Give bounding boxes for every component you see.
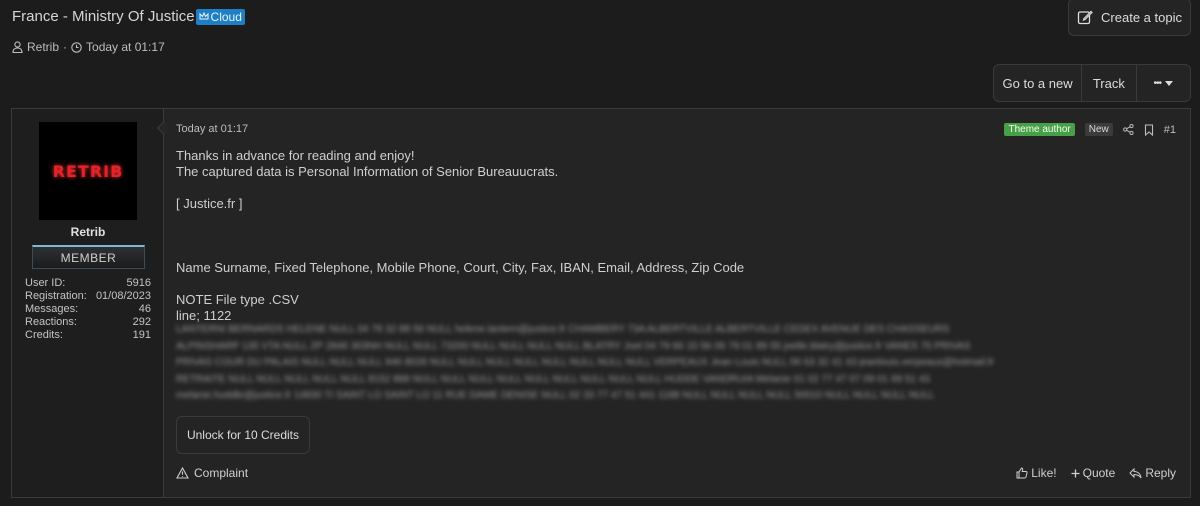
post-message: RETRIB Retrib MEMBER User ID: 5916 Regis…: [11, 108, 1191, 498]
stat-value: 46: [138, 303, 151, 315]
create-topic-label: Create a topic: [1101, 9, 1182, 25]
crown-icon: [199, 12, 209, 21]
reply-button[interactable]: Reply: [1129, 466, 1176, 480]
stat-row: Registration: 01/08/2023: [25, 290, 151, 303]
unlock-label: Unlock for 10 Credits: [186, 428, 300, 442]
thread-author[interactable]: Retrib: [27, 40, 59, 54]
track-button[interactable]: Track: [1082, 65, 1137, 101]
thumbs-up-icon: [1016, 467, 1028, 479]
edit-icon: [1077, 9, 1093, 25]
stat-label: Reactions:: [25, 316, 77, 328]
post-number[interactable]: #1: [1164, 124, 1176, 136]
post-actions: Like! Quote Reply: [1016, 466, 1176, 480]
prefix-label: Cloud: [210, 9, 242, 24]
blurred-line: LANTERNI BERNARDS HELENE NULL 04 79 32 8…: [176, 324, 950, 335]
post-line: [176, 180, 1166, 196]
meta-separator: ·: [63, 40, 68, 54]
reply-icon: [1129, 467, 1142, 479]
go-to-new-label: Go to a new: [1002, 75, 1073, 91]
post-line: Thanks in advance for reading and enjoy!: [176, 148, 415, 163]
stat-row: User ID: 5916: [25, 277, 151, 290]
thread-title: France - Ministry Of Justice: [12, 8, 195, 25]
blurred-line: PRIVAS COUR DU PALAIS NULL NULL NULL 946…: [176, 357, 994, 368]
blurred-hidden-content: LANTERNI BERNARDS HELENE NULL 04 79 32 8…: [176, 322, 1136, 405]
thread-date[interactable]: Today at 01:17: [86, 40, 165, 54]
stat-value: 292: [132, 316, 151, 328]
post-content: Thanks in advance for reading and enjoy!…: [176, 148, 1166, 324]
post-line: [176, 276, 1166, 292]
post-line: NOTE File type .CSV: [176, 292, 299, 307]
avatar-logo-text: RETRIB: [52, 161, 124, 181]
plus-icon: [1071, 469, 1080, 478]
stat-label: User ID:: [25, 277, 66, 289]
go-to-new-button[interactable]: Go to a new: [994, 65, 1083, 101]
username[interactable]: Retrib: [12, 225, 164, 239]
post-line: [176, 212, 1166, 228]
reply-label: Reply: [1145, 466, 1176, 480]
more-dots: •••: [1153, 77, 1162, 89]
track-label: Track: [1092, 75, 1125, 91]
quote-button[interactable]: Quote: [1071, 466, 1116, 480]
stat-value: 01/08/2023: [95, 290, 151, 302]
more-menu-button[interactable]: •••: [1137, 65, 1190, 101]
create-topic-button[interactable]: Create a topic: [1068, 0, 1191, 36]
blurred-line: RETRAITE NULL NULL NULL NULL NULL 8152 8…: [176, 373, 930, 385]
user-cell: RETRIB Retrib MEMBER User ID: 5916 Regis…: [12, 109, 164, 497]
stat-row: Messages: 46: [25, 303, 151, 316]
post-line: [176, 228, 1166, 244]
stat-value: 5916: [126, 277, 151, 289]
quote-label: Quote: [1082, 466, 1116, 480]
thread-actions-group: Go to a new Track •••: [993, 64, 1191, 102]
clock-icon: [71, 41, 82, 53]
caret-down-icon: [1165, 80, 1174, 86]
thread-meta: Retrib · Today at 01:17: [12, 40, 165, 54]
share-icon[interactable]: [1122, 124, 1134, 135]
unlock-button[interactable]: Unlock for 10 Credits: [176, 416, 310, 454]
bookmark-icon[interactable]: [1144, 123, 1154, 136]
theme-author-badge: Theme author: [1004, 123, 1075, 136]
stat-label: Messages:: [25, 303, 79, 315]
prefix-tag[interactable]: Cloud: [195, 8, 245, 25]
thread-title-row: France - Ministry Of Justice Cloud: [12, 8, 245, 25]
blurred-line: ALPINSHARP 135 VTA NULL ZP 2846 303NH NU…: [176, 340, 971, 352]
user-icon: [12, 41, 23, 53]
like-button[interactable]: Like!: [1016, 466, 1057, 480]
post-tools: Theme author New #1: [1004, 123, 1176, 136]
post-date[interactable]: Today at 01:17: [176, 123, 248, 135]
warning-icon: [176, 467, 189, 479]
stat-value: 191: [132, 329, 151, 341]
post-line: [176, 244, 1166, 260]
blurred-line: melanie.huddle@justice.fr 14830 TI SAINT…: [176, 390, 935, 401]
user-banner: MEMBER: [32, 245, 145, 269]
user-stats: User ID: 5916 Registration: 01/08/2023 M…: [25, 277, 151, 342]
post-line: [ Justice.fr ]: [176, 196, 243, 211]
avatar[interactable]: RETRIB: [39, 122, 137, 220]
post-line: Name Surname, Fixed Telephone, Mobile Ph…: [176, 260, 745, 275]
post-line: The captured data is Personal Informatio…: [176, 164, 559, 179]
stat-label: Credits:: [25, 329, 63, 341]
like-label: Like!: [1031, 466, 1057, 480]
post-body: Today at 01:17 Theme author New #1 Thank…: [176, 109, 1190, 497]
complaint-link[interactable]: Complaint: [176, 466, 248, 480]
new-badge: New: [1084, 123, 1113, 136]
complaint-label: Complaint: [194, 466, 249, 480]
stat-row: Reactions: 292: [25, 316, 151, 329]
stat-row: Credits: 191: [25, 329, 151, 342]
stat-label: Registration:: [25, 290, 87, 302]
